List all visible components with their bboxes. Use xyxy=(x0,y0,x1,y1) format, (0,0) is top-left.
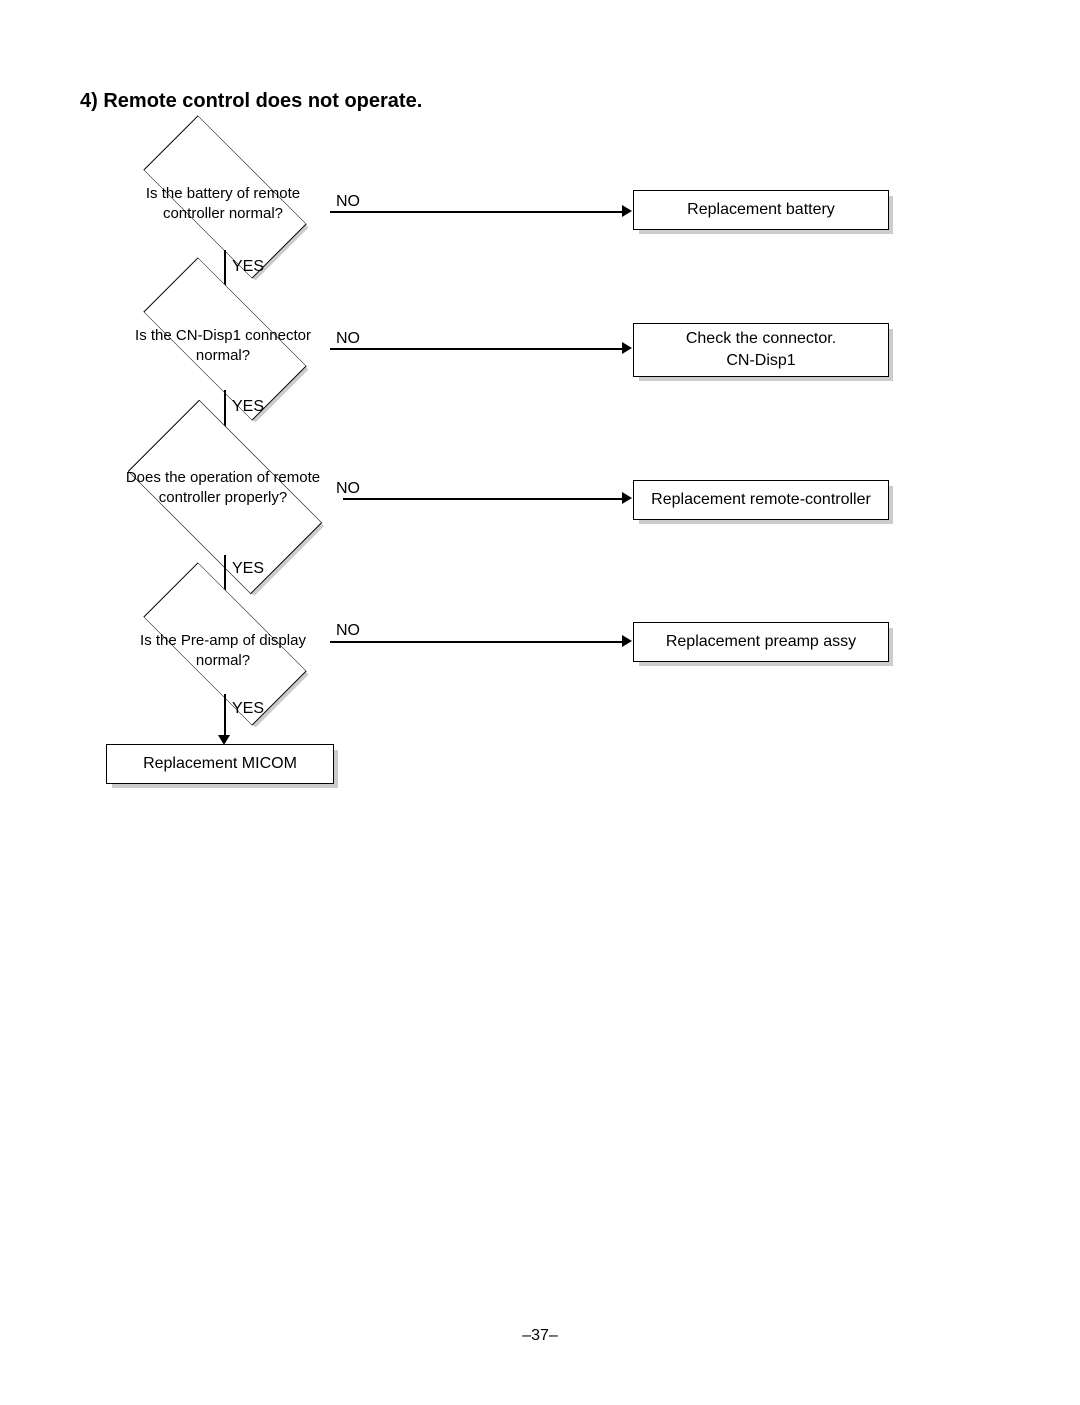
yes-label-2: YES xyxy=(232,398,264,416)
arrow-right-1 xyxy=(622,205,632,217)
page-title: 4) Remote control does not operate. xyxy=(80,90,422,113)
no-label-3: NO xyxy=(336,480,360,498)
arrow-right-3 xyxy=(622,492,632,504)
no-label-1: NO xyxy=(336,193,360,211)
connector-line-v4 xyxy=(224,694,226,740)
connector-line-2 xyxy=(330,348,626,350)
connector-line-4 xyxy=(330,641,626,643)
no-label-2: NO xyxy=(336,330,360,348)
arrow-right-4 xyxy=(622,635,632,647)
no-label-4: NO xyxy=(336,622,360,640)
yes-label-4: YES xyxy=(232,700,264,718)
yes-label-3: YES xyxy=(232,560,264,578)
page-number: –37– xyxy=(0,1327,1080,1345)
connector-line-1 xyxy=(330,211,626,213)
connector-line-3 xyxy=(343,498,626,500)
arrow-right-2 xyxy=(622,342,632,354)
yes-label-1: YES xyxy=(232,258,264,276)
